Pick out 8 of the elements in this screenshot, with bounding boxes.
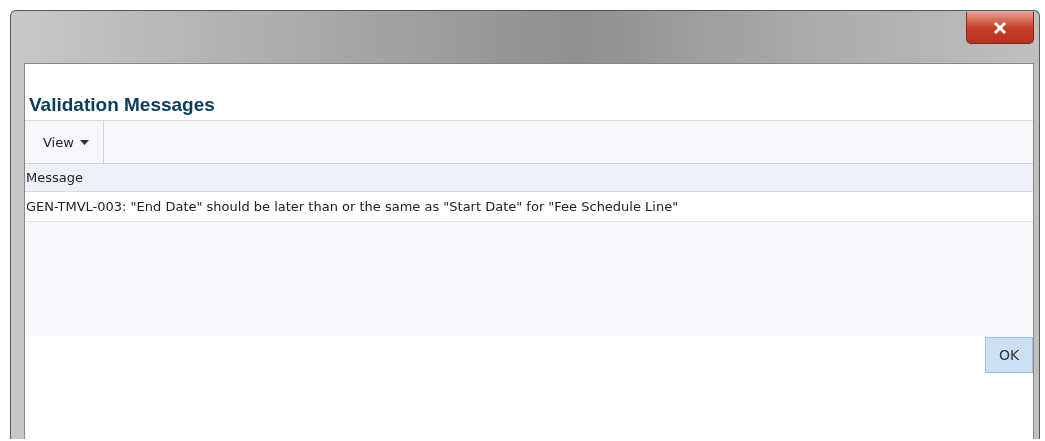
ok-button[interactable]: OK [985, 337, 1033, 373]
caret-icon [79, 139, 89, 145]
table-cell: GEN-TMVL-003: "End Date" should be later than or the same as "Start Date" for "Fee Schedule Line" [25, 199, 679, 214]
dialog-heading: Validation Messages [28, 93, 216, 117]
close-button[interactable] [966, 12, 1034, 44]
close-icon [993, 21, 1007, 34]
column-header: Message [25, 170, 83, 185]
view-menu-button[interactable]: View [25, 121, 104, 163]
